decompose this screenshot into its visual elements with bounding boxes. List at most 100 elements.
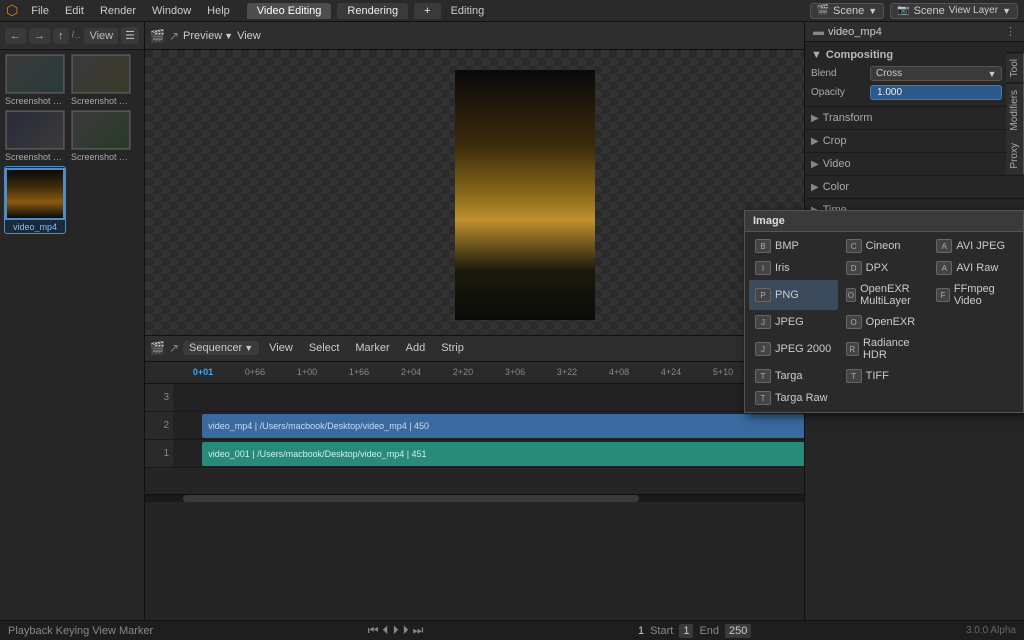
format-option-png[interactable]: P PNG [749,280,838,310]
cineon-label: Cineon [866,240,901,252]
modifiers-tab[interactable]: Modifiers [1006,83,1024,137]
filter-button[interactable]: ☰ [121,27,139,44]
play-icon[interactable]: ⏵ [393,623,399,638]
scrollbar-thumb[interactable] [183,495,639,502]
marker-menu[interactable]: Marker [119,625,153,637]
file-label: Screenshot 2... [5,96,65,106]
clip-label: video_mp4 | /Users/macbook/Desktop/video… [208,421,429,431]
track-clip[interactable]: video_001 | /Users/macbook/Desktop/video… [202,442,883,466]
end-value[interactable]: 250 [725,624,751,638]
blend-dropdown-arrow: ▼ [987,69,996,79]
strip-icon: ▬ [813,26,824,38]
format-option-ffmpeg[interactable]: F FFmpeg Video [930,280,1019,310]
top-right-area: 🎬 Scene ▼ 📷 Scene View Layer ▼ [810,3,1018,19]
targaraw-label: Targa Raw [775,392,828,404]
version-label: 3.0.0 Alpha [966,625,1016,636]
menu-file[interactable]: File [24,3,56,19]
format-option-avi-jpeg[interactable]: A AVI JPEG [930,236,1019,256]
seq-dropdown-icon: ▼ [244,343,253,353]
format-option-jpeg[interactable]: J JPEG [749,312,838,332]
bmp-label: BMP [775,240,799,252]
add-workspace-tab[interactable]: + [414,3,440,19]
crop-row[interactable]: ▶ Crop [811,132,1018,150]
blender-logo: ⬡ [6,2,18,19]
forward-button[interactable]: → [29,28,50,44]
color-section: ▶ Color [805,176,1024,199]
format-option-iris[interactable]: I Iris [749,258,838,278]
iris-label: Iris [775,262,790,274]
openexrml-label: OpenEXR MultiLayer [860,283,922,307]
keying-menu[interactable]: Keying [56,625,90,637]
format-option-avi-raw[interactable]: A AVI Raw [930,258,1019,278]
playback-menu[interactable]: Playback [8,625,53,637]
blend-dropdown[interactable]: Cross ▼ [870,66,1002,81]
format-option-cineon[interactable]: C Cineon [840,236,929,256]
horizontal-scrollbar[interactable] [145,494,905,502]
video-arrow-icon: ▶ [811,159,819,170]
track-clip[interactable]: video_mp4 | /Users/macbook/Desktop/video… [202,414,883,438]
seq-add-menu[interactable]: Add [400,340,432,356]
seq-strip-menu[interactable]: Strip [435,340,470,356]
view-layer-selector[interactable]: 📷 Scene View Layer ▼ [890,3,1018,19]
seq-view-menu[interactable]: View [263,340,299,356]
view-button[interactable]: View [84,28,118,44]
frame-info: 1 Start 1 End 250 [638,624,751,638]
format-option-dpx[interactable]: D DPX [840,258,929,278]
menu-help[interactable]: Help [200,3,237,19]
video-row[interactable]: ▶ Video [811,155,1018,173]
file-thumbnails: Screenshot 2... Screenshot 2... Screensh… [0,50,144,238]
format-option-targa[interactable]: T Targa [749,366,838,386]
format-option-jpeg2000[interactable]: J JPEG 2000 [749,334,838,364]
seq-select-menu[interactable]: Select [303,340,346,356]
video-section: ▶ Video [805,153,1024,176]
list-item[interactable]: video_mp4 [4,166,66,234]
list-item[interactable]: Screenshot 2... [70,54,132,106]
list-item[interactable]: Screenshot 2... [70,110,132,162]
jump-start-icon[interactable]: ⏮ [368,623,379,638]
jump-end-icon[interactable]: ⏭ [413,623,424,638]
start-label: Start [650,625,673,637]
menu-window[interactable]: Window [145,3,198,19]
preview-selector[interactable]: Preview ▼ [183,30,233,42]
sequencer-selector[interactable]: Sequencer ▼ [183,341,259,355]
seq-marker-menu[interactable]: Marker [349,340,395,356]
view-menu[interactable]: View [92,625,116,637]
workspace-tab-video-editing[interactable]: Video Editing [247,3,332,19]
workspace-tab-rendering[interactable]: Rendering [337,3,408,19]
menu-render[interactable]: Render [93,3,143,19]
transform-row[interactable]: ▶ Transform [811,109,1018,127]
next-frame-icon[interactable]: ⏵ [403,623,409,638]
format-option-bmp[interactable]: B BMP [749,236,838,256]
start-value[interactable]: 1 [679,624,693,638]
color-row[interactable]: ▶ Color [811,178,1018,196]
timeline-marker-10: 5+10 [697,367,749,377]
view-button-label[interactable]: View [237,30,261,42]
aviraw-icon: A [936,261,952,275]
back-button[interactable]: ← [5,28,26,44]
transform-label: Transform [823,112,873,124]
opacity-slider[interactable]: 1.000 [870,85,1002,100]
timeline-marker-2: 1+00 [281,367,333,377]
transform-section: ▶ Transform [805,107,1024,130]
format-option-targa-raw[interactable]: T Targa Raw [749,388,838,408]
scene-selector[interactable]: 🎬 Scene ▼ [810,3,885,19]
format-option-radiance[interactable]: R Radiance HDR [840,334,929,364]
format-option-openexr-ml[interactable]: O OpenEXR MultiLayer [840,280,929,310]
compositing-section: ▼ Compositing Blend Cross ▼ ◉ Opacity 1.… [805,42,1024,107]
proxy-tab[interactable]: Proxy [1006,137,1024,175]
side-tabs: Tool Modifiers Proxy [1006,52,1024,175]
status-bar: Playback Keying View Marker ⏮ ⏴ ⏵ ⏵ ⏭ 1 … [0,620,1024,640]
iris-icon: I [755,261,771,275]
tool-tab[interactable]: Tool [1006,52,1024,83]
compositing-title[interactable]: ▼ Compositing [811,46,1018,64]
list-item[interactable]: Screenshot 2... [4,54,66,106]
menu-edit[interactable]: Edit [58,3,91,19]
prev-frame-icon[interactable]: ⏴ [383,623,389,638]
format-option-openexr[interactable]: O OpenEXR [840,312,929,332]
format-option-tiff[interactable]: T TIFF [840,366,929,386]
strip-settings-icon[interactable]: ⋮ [1005,25,1016,38]
opacity-value: 1.000 [877,87,902,98]
up-button[interactable]: ↑ [53,28,69,44]
sequencer-label: Sequencer [189,342,242,354]
list-item[interactable]: Screenshot 2... [4,110,66,162]
